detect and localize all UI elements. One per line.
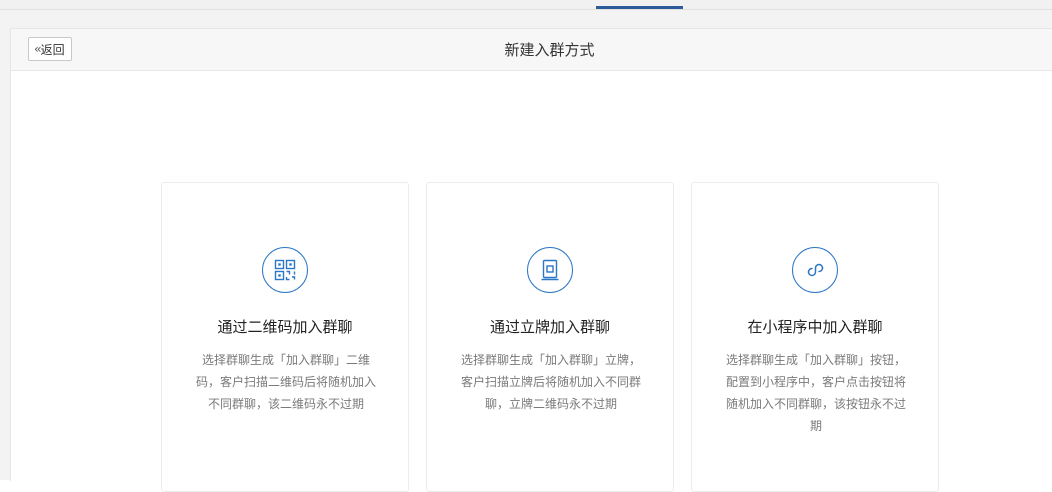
card-qr-code[interactable]: 通过二维码加入群聊 选择群聊生成「加入群聊」二维码，客户扫描二维码后将随机加入不… xyxy=(161,182,409,492)
qr-code-icon xyxy=(262,247,308,293)
card-title: 通过二维码加入群聊 xyxy=(217,318,353,336)
card-title: 在小程序中加入群聊 xyxy=(747,318,883,336)
active-tab-indicator xyxy=(596,6,683,9)
top-tab-bar xyxy=(0,0,1052,10)
standee-icon xyxy=(527,247,573,293)
page-title: 新建入群方式 xyxy=(504,41,595,59)
card-mini-program[interactable]: 在小程序中加入群聊 选择群聊生成「加入群聊」按钮，配置到小程序中，客户点击按钮将… xyxy=(691,182,939,492)
main-panel: ‹‹ 返回 新建入群方式 通过二维码加入群聊 选择群聊生成「加入群聊」二维码，客… xyxy=(10,28,1052,492)
card-description: 选择群聊生成「加入群聊」二维码，客户扫描二维码后将随机加入不同群聊，该二维码永不… xyxy=(195,353,376,411)
card-standee[interactable]: 通过立牌加入群聊 选择群聊生成「加入群聊」立牌，客户扫描立牌后将随机加入不同群聊… xyxy=(426,182,674,492)
panel-header: ‹‹ 返回 新建入群方式 xyxy=(11,29,1052,71)
card-description: 选择群聊生成「加入群聊」按钮，配置到小程序中，客户点击按钮将随机加入不同群聊，该… xyxy=(725,353,906,433)
mini-program-icon xyxy=(792,247,838,293)
card-title: 通过立牌加入群聊 xyxy=(489,318,610,336)
card-description: 选择群聊生成「加入群聊」立牌，客户扫描立牌后将随机加入不同群聊，立牌二维码永不过… xyxy=(460,353,641,411)
